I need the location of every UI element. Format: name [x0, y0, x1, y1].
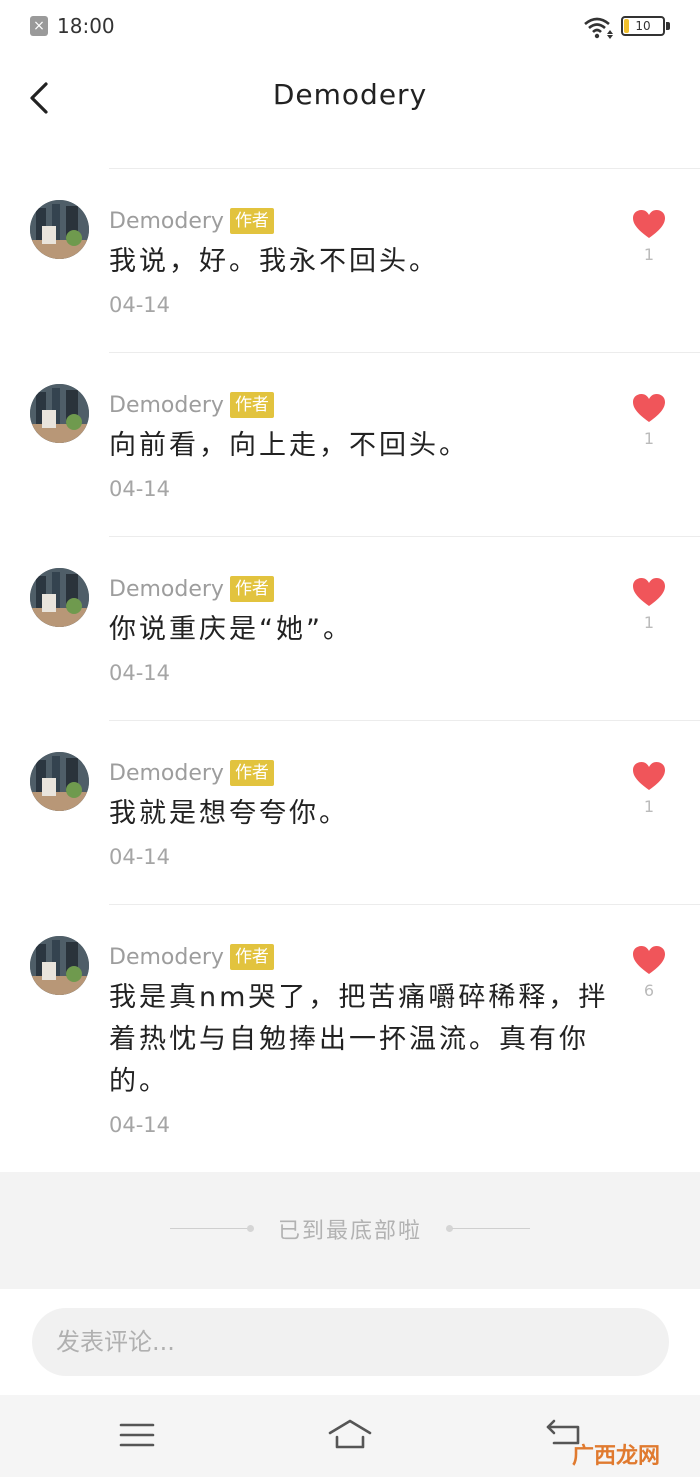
comment-date: 04-14: [109, 845, 171, 869]
battery-level-text: 10: [635, 19, 651, 33]
comment-item: Demodery 作者 我说，好。我永不回头。 04-14 1: [30, 168, 700, 352]
avatar[interactable]: [30, 200, 89, 259]
comment-date: 04-14: [109, 293, 171, 317]
avatar-image: [30, 200, 89, 259]
author-badge: 作者: [229, 576, 274, 602]
comment-date: 04-14: [109, 1113, 171, 1137]
author-badge: 作者: [229, 760, 274, 786]
author-badge: 作者: [229, 392, 274, 418]
like-count: 1: [643, 429, 655, 448]
avatar[interactable]: [30, 384, 89, 443]
like-count: 1: [643, 797, 655, 816]
divider-line: [452, 1228, 530, 1229]
battery-tip: [666, 22, 670, 30]
avatar-image: [30, 568, 89, 627]
home-icon: [328, 1419, 372, 1449]
like-button[interactable]: 1: [631, 393, 667, 448]
comment-text: 我就是想夸夸你。: [109, 798, 349, 829]
comment-author-row: Demodery 作者: [109, 207, 274, 235]
comment-text: 我是真nm哭了，把苦痛嚼碎稀释，拌着热忱与自勉捧出一抔温流。真有你的。: [109, 982, 609, 1097]
comment-author-row: Demodery 作者: [109, 391, 274, 419]
page-title: Demodery: [272, 78, 428, 111]
like-button[interactable]: 1: [631, 577, 667, 632]
comment-author-row: Demodery 作者: [109, 759, 274, 787]
notification-icon: ×: [30, 16, 48, 36]
avatar-image: [30, 752, 89, 811]
menu-icon: [119, 1423, 155, 1447]
like-button[interactable]: 1: [631, 761, 667, 816]
comment-date: 04-14: [109, 477, 171, 501]
avatar-image: [30, 384, 89, 443]
like-button[interactable]: 1: [631, 209, 667, 264]
like-button[interactable]: 6: [631, 945, 667, 1000]
comment-author-row: Demodery 作者: [109, 943, 274, 971]
watermark: 广西龙网: [572, 1444, 661, 1469]
comment-list: Demodery 作者 我说，好。我永不回头。 04-14 1 Demodery…: [0, 168, 700, 1173]
comment-date: 04-14: [109, 661, 171, 685]
avatar[interactable]: [30, 936, 89, 995]
comment-author[interactable]: Demodery: [109, 209, 224, 234]
heart-icon: [633, 578, 665, 606]
like-count: 1: [643, 613, 655, 632]
comment-text: 你说重庆是“她”。: [109, 614, 353, 645]
comment-text: 向前看，向上走，不回头。: [109, 430, 469, 461]
comment-item: Demodery 作者 我就是想夸夸你。 04-14 1: [30, 720, 700, 904]
comment-author[interactable]: Demodery: [109, 945, 224, 970]
comment-author[interactable]: Demodery: [109, 393, 224, 418]
comment-input-bar: [0, 1289, 700, 1395]
comment-author[interactable]: Demodery: [109, 577, 224, 602]
end-of-list: 已到最底部啦: [0, 1172, 700, 1289]
avatar[interactable]: [30, 752, 89, 811]
author-badge: 作者: [229, 208, 274, 234]
home-button[interactable]: [326, 1417, 374, 1453]
comment-item: Demodery 作者 向前看，向上走，不回头。 04-14 1: [30, 352, 700, 536]
header: Demodery: [0, 54, 700, 140]
battery-icon: 10: [621, 16, 665, 36]
menu-button[interactable]: [113, 1417, 161, 1453]
wifi-icon: [584, 17, 613, 39]
comment-text: 我说，好。我永不回头。: [109, 246, 439, 277]
end-of-list-text: 已到最底部啦: [277, 1219, 422, 1244]
like-count: 1: [643, 245, 655, 264]
avatar-image: [30, 936, 89, 995]
status-time: 18:00: [57, 14, 115, 38]
heart-icon: [633, 210, 665, 238]
comment-author-row: Demodery 作者: [109, 575, 274, 603]
avatar[interactable]: [30, 568, 89, 627]
comment-input[interactable]: [32, 1308, 669, 1376]
comment-item: Demodery 作者 你说重庆是“她”。 04-14 1: [30, 536, 700, 720]
heart-icon: [633, 946, 665, 974]
heart-icon: [633, 394, 665, 422]
heart-icon: [633, 762, 665, 790]
comment-author[interactable]: Demodery: [109, 761, 224, 786]
author-badge: 作者: [229, 944, 274, 970]
status-bar: × 18:00 10: [0, 0, 700, 54]
comment-item: Demodery 作者 我是真nm哭了，把苦痛嚼碎稀释，拌着热忱与自勉捧出一抔温…: [30, 904, 700, 1173]
like-count: 6: [643, 981, 655, 1000]
